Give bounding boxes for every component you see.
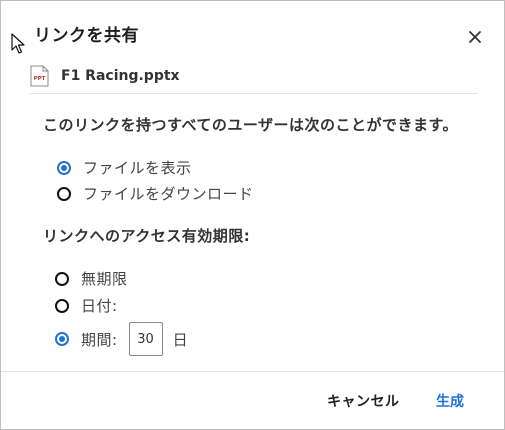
footer-divider [1, 371, 504, 372]
unlimited-radio-option[interactable]: 無期限 [55, 268, 128, 289]
unlimited-radio[interactable] [55, 271, 69, 286]
file-icon-text: PPT [34, 76, 46, 82]
dialog-title: リンクを共有 [34, 26, 139, 46]
period-radio-option[interactable]: 期間: 日 [55, 322, 188, 356]
period-radio[interactable] [55, 332, 69, 346]
date-radio[interactable] [55, 298, 69, 313]
download-file-label: ファイルをダウンロード [83, 185, 254, 203]
date-radio-option[interactable]: 日付: [55, 295, 118, 316]
file-info: PPT F1 Racing.pptx [30, 63, 180, 89]
period-days-input[interactable] [128, 322, 163, 356]
mouse-pointer-icon [11, 33, 25, 54]
close-button[interactable] [464, 26, 486, 48]
file-name: F1 Racing.pptx [61, 68, 180, 84]
view-file-radio-option[interactable]: ファイルを表示 [57, 157, 192, 178]
close-icon [469, 31, 481, 43]
period-label: 期間: [81, 330, 118, 349]
expiration-heading: リンクへのアクセス有効期限: [43, 227, 251, 245]
view-file-label: ファイルを表示 [83, 159, 192, 177]
create-button[interactable]: 生成 [436, 391, 464, 411]
cancel-button[interactable]: キャンセル [327, 391, 400, 411]
pptx-file-icon: PPT [30, 65, 49, 87]
view-file-radio[interactable] [57, 160, 71, 175]
date-label: 日付: [81, 297, 118, 315]
download-file-radio-option[interactable]: ファイルをダウンロード [57, 183, 254, 204]
unlimited-label: 無期限 [81, 270, 128, 288]
share-link-dialog: リンクを共有 PPT F1 Racing.pptx このリンクを持つすべてのユー… [0, 0, 505, 430]
divider [29, 93, 478, 94]
permissions-heading: このリンクを持つすべてのユーザーは次のことができます。 [43, 116, 459, 134]
period-unit-label: 日 [172, 330, 189, 349]
download-file-radio[interactable] [57, 186, 71, 201]
